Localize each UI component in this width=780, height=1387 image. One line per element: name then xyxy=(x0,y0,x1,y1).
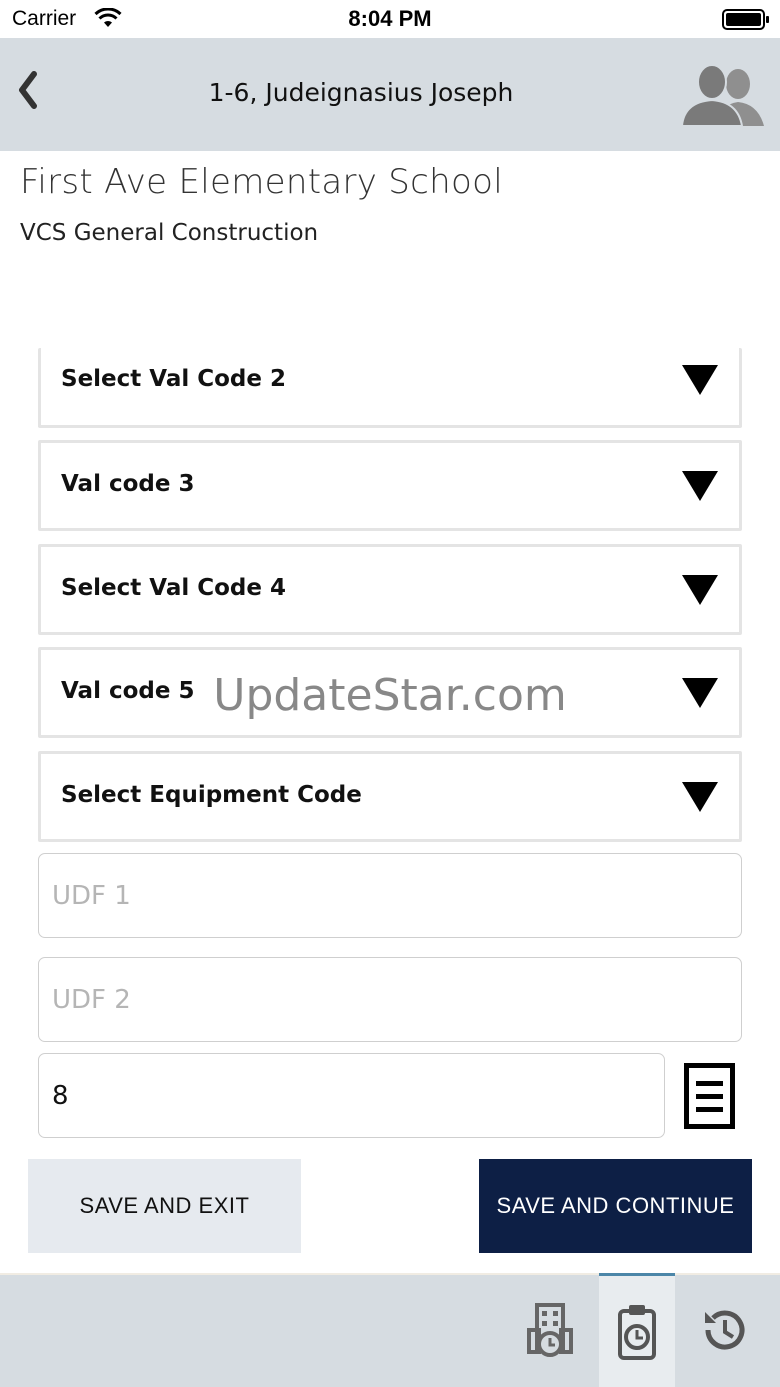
val-code-4-label: Select Val Code 4 xyxy=(61,575,286,601)
val-code-3-label: Val code 3 xyxy=(61,471,195,497)
notes-icon[interactable] xyxy=(684,1063,735,1129)
dropdown-arrow-icon xyxy=(682,471,718,501)
equipment-code-label: Select Equipment Code xyxy=(61,782,362,808)
status-time: 8:04 PM xyxy=(348,6,432,31)
dropdown-arrow-icon xyxy=(682,782,718,812)
tab-building-schedule[interactable] xyxy=(512,1273,588,1387)
val-code-5-label: Val code 5 xyxy=(61,678,195,704)
nav-bar: 1-6, Judeignasius Joseph xyxy=(0,38,780,151)
save-and-exit-button[interactable]: SAVE AND EXIT xyxy=(28,1159,301,1253)
dropdown-arrow-icon xyxy=(682,365,718,395)
tab-history[interactable] xyxy=(686,1273,762,1387)
status-bar: Carrier 8:04 PM xyxy=(0,0,780,38)
company-name: VCS General Construction xyxy=(20,220,319,246)
building-clock-icon xyxy=(527,1303,573,1357)
tab-bar xyxy=(0,1273,780,1387)
save-and-continue-button[interactable]: SAVE AND CONTINUE xyxy=(479,1159,752,1253)
udf1-input[interactable] xyxy=(38,853,742,938)
val-code-2-select[interactable]: Select Val Code 2 xyxy=(38,348,742,428)
val-code-3-select[interactable]: Val code 3 xyxy=(38,440,742,531)
val-code-4-select[interactable]: Select Val Code 4 xyxy=(38,544,742,635)
dropdown-arrow-icon xyxy=(682,575,718,605)
dropdown-arrow-icon xyxy=(682,678,718,708)
udf2-input[interactable] xyxy=(38,957,742,1042)
nav-title: 1-6, Judeignasius Joseph xyxy=(208,78,514,107)
users-avatar-icon[interactable] xyxy=(680,62,766,128)
history-icon xyxy=(705,1310,745,1350)
val-code-5-select[interactable]: Val code 5 xyxy=(38,647,742,738)
hours-input[interactable] xyxy=(38,1053,665,1138)
val-code-2-label: Select Val Code 2 xyxy=(61,366,286,392)
project-name: First Ave Elementary School xyxy=(20,162,503,202)
clipboard-clock-icon xyxy=(618,1304,656,1360)
tab-timesheet[interactable] xyxy=(599,1273,675,1387)
equipment-code-select[interactable]: Select Equipment Code xyxy=(38,751,742,842)
battery-icon xyxy=(722,9,769,30)
